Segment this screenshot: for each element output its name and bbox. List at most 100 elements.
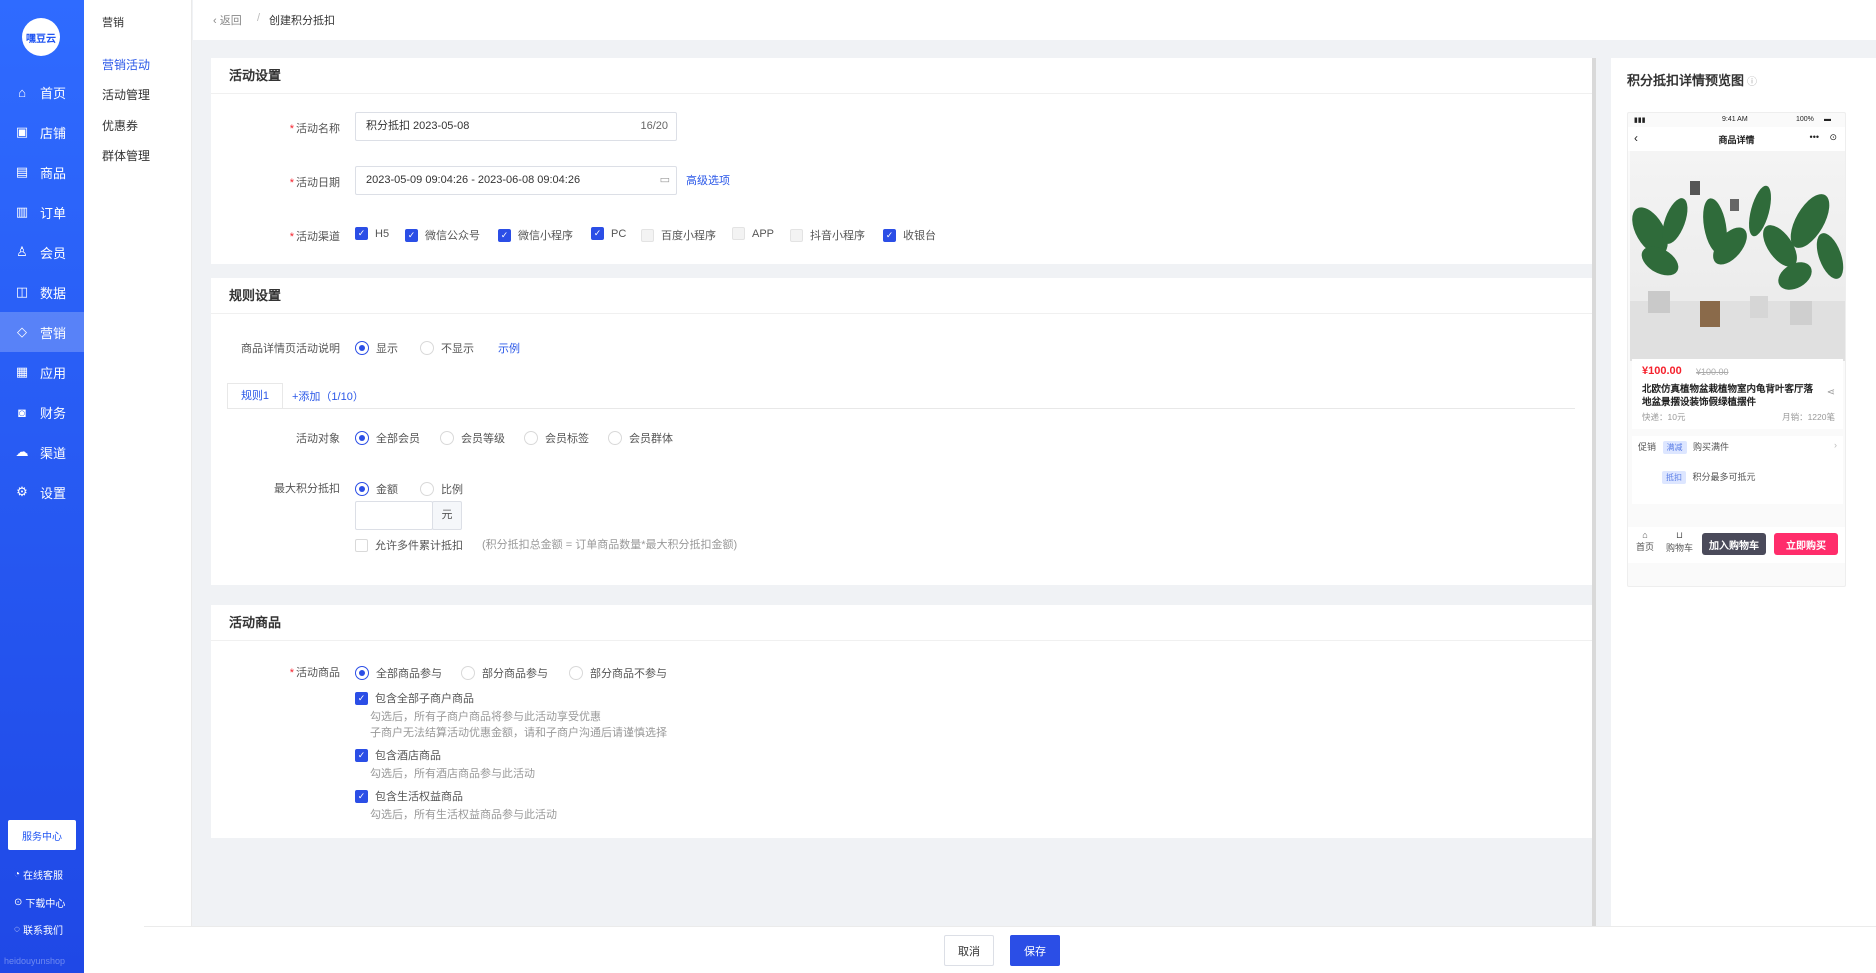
checkbox-label: 包含生活权益商品 (375, 791, 463, 803)
channel-checkbox: APP (732, 227, 774, 240)
max-type-amount[interactable]: 金额 (355, 481, 398, 497)
target-member-group[interactable]: 会员群体 (608, 430, 673, 446)
phone-header: ‹ 商品详情 ••• ⊙ (1628, 127, 1845, 151)
nav-item[interactable]: ⚙ 设置 (0, 472, 84, 512)
radio-label: 不显示 (441, 343, 474, 355)
nav-item[interactable]: ◙ 财务 (0, 392, 84, 432)
share-icon: ⋖ (1826, 387, 1835, 398)
nav-item[interactable]: ◫ 数据 (0, 272, 84, 312)
goods-partial[interactable]: 部分商品参与 (461, 665, 548, 681)
channel-label: 微信公众号 (425, 230, 480, 242)
radio-indicator (524, 431, 538, 445)
activity-name-input[interactable]: 积分抵扣 2023-05-08 16/20 (355, 112, 677, 141)
breadcrumb-current: 创建积分抵扣 (269, 15, 335, 27)
save-button[interactable]: 保存 (1010, 935, 1060, 966)
activity-date-input[interactable]: 2023-05-09 09:04:26 - 2023-06-08 09:04:2… (355, 166, 677, 195)
nav-item-label: 商品 (40, 165, 67, 181)
cancel-button[interactable]: 取消 (944, 935, 994, 966)
status-time: 9:41 AM (1722, 116, 1748, 123)
max-deduction-label: 最大积分抵扣 (274, 483, 340, 495)
channel-label: 收银台 (903, 230, 936, 242)
target-all-members[interactable]: 全部会员 (355, 430, 420, 446)
radio-hide[interactable]: 不显示 (420, 340, 474, 356)
nav-item[interactable]: ♙ 会员 (0, 232, 84, 272)
check-icon: ✓ (405, 228, 418, 242)
preview-panel: 积分抵扣详情预览图 ⓘ ▮▮▮ 9:41 AM 100% ▬ ‹ 商品详情 •••… (1611, 58, 1876, 926)
channel-checkbox: 百度小程序 (641, 227, 716, 243)
check-icon: ✓ (355, 789, 368, 803)
goods-partial-exclude[interactable]: 部分商品不参与 (569, 665, 667, 681)
chevron-right-icon: › (1834, 440, 1837, 450)
subnav-item-group[interactable]: 群体管理 (102, 147, 150, 164)
radio-label: 全部会员 (376, 433, 420, 445)
life-hint: 勾选后，所有生活权益商品参与此活动 (370, 809, 557, 821)
radio-show[interactable]: 显示 (355, 340, 398, 356)
nav-item[interactable]: ▤ 商品 (0, 152, 84, 192)
product-old-price: ¥100.00 (1696, 367, 1729, 377)
online-service-link[interactable]: ◔ 在线客服 (14, 867, 63, 882)
promo-section: 促销 满减 购买满件 › 抵扣 积分最多可抵元 (1632, 436, 1843, 504)
buy-now-button: 立即购买 (1774, 533, 1838, 555)
channel-checkbox[interactable]: ✓ PC (591, 227, 626, 240)
nav-item[interactable]: ☁ 渠道 (0, 432, 84, 472)
nav-item[interactable]: ◇ 营销 (0, 312, 84, 352)
nav-item[interactable]: ▣ 店铺 (0, 112, 84, 152)
footer-bar: 取消 保存 (144, 926, 1876, 973)
add-rule-tab[interactable]: +添加（1/10） (292, 388, 364, 404)
hotel-hint: 勾选后，所有酒店商品参与此活动 (370, 768, 535, 780)
nav-item[interactable]: ⌂ 首页 (0, 72, 84, 112)
activity-goods-label: * 活动商品 (289, 667, 340, 679)
channel-checkbox[interactable]: ✓ 微信小程序 (498, 227, 573, 243)
sub-merchant-hint-1: 勾选后，所有子商户商品将参与此活动享受优惠 (370, 711, 601, 723)
hotel-checkbox[interactable]: ✓ 包含酒店商品 (355, 747, 441, 763)
home-icon: ⌂ (18, 84, 26, 100)
goods-all[interactable]: 全部商品参与 (355, 665, 442, 681)
top-bar: ‹ 返回 / 创建积分抵扣 (193, 0, 1876, 40)
checkbox-label: 包含全部子商户商品 (375, 693, 474, 705)
life-checkbox[interactable]: ✓ 包含生活权益商品 (355, 788, 463, 804)
sub-merchant-hint-2: 子商户无法结算活动优惠金额，请和子商户沟通后请谨慎选择 (370, 727, 667, 739)
target-member-level[interactable]: 会员等级 (440, 430, 505, 446)
price-section: ¥100.00 ¥100.00 北欧仿真植物盆栽植物室内龟背叶客厅落地盆景摆设装… (1632, 359, 1843, 429)
subnav-item-coupon[interactable]: 优惠券 (102, 117, 138, 134)
channel-label: H5 (375, 227, 390, 240)
service-center-button[interactable]: 服务中心 (8, 820, 76, 850)
allow-multi-checkbox[interactable]: 允许多件累计抵扣 (355, 537, 463, 553)
promo-label: 促销 (1638, 442, 1657, 452)
max-amount-input[interactable] (355, 501, 433, 530)
activity-date-label: * 活动日期 (289, 177, 340, 189)
max-type-ratio[interactable]: 比例 (420, 481, 463, 497)
promo-row-2: 抵扣 积分最多可抵元 (1658, 470, 1756, 484)
activity-name-counter: 16/20 (640, 120, 668, 132)
product-image (1630, 151, 1845, 361)
nav-item[interactable]: ▥ 订单 (0, 192, 84, 232)
channel-checkbox[interactable]: ✓ H5 (355, 227, 389, 240)
panel-divider[interactable] (1592, 58, 1596, 926)
back-link[interactable]: ‹ 返回 (213, 12, 242, 28)
nav-item-label: 店铺 (40, 125, 67, 141)
tab-rule-1[interactable]: 规则1 (227, 383, 283, 409)
channel-checkbox[interactable]: ✓ 微信公众号 (405, 227, 480, 243)
main-nav: ⌂ 首页 ▣ 店铺 ▤ 商品 ▥ 订单 ♙ 会员 ◫ 数据 ◇ 营销 ▦ 应用 ◙ 财务 ☁ 渠道 ⚙ 设置 (0, 72, 84, 512)
checkbox-label: 允许多件累计抵扣 (375, 540, 463, 552)
subnav-item-marketing-activity[interactable]: 营销活动 (102, 56, 150, 73)
target-member-tag[interactable]: 会员标签 (524, 430, 589, 446)
contact-us-link[interactable]: ◌ 联系我们 (14, 922, 63, 937)
advanced-options-link[interactable]: 高级选项 (686, 172, 730, 188)
promo-tag-full-reduction: 满减 (1662, 441, 1687, 454)
nav-item-label: 渠道 (40, 445, 67, 461)
sub-merchant-checkbox[interactable]: ✓ 包含全部子商户商品 (355, 690, 474, 706)
add-to-cart-button: 加入购物车 (1702, 533, 1766, 555)
channel-checkbox[interactable]: ✓ 收银台 (883, 227, 936, 243)
nav-item[interactable]: ▦ 应用 (0, 352, 84, 392)
subnav-item-activity-management[interactable]: 活动管理 (102, 86, 150, 103)
subnav-title: 营销 (102, 17, 124, 29)
download-center-link[interactable]: ⊙ 下载中心 (14, 895, 65, 910)
plants-illustration (1630, 181, 1845, 361)
example-link[interactable]: 示例 (498, 340, 520, 356)
contact-us-label: 联系我们 (22, 926, 63, 937)
checkbox-indicator (732, 227, 745, 240)
download-icon: ⊙ (14, 897, 23, 908)
detail-desc-label: 商品详情页活动说明 (241, 343, 340, 355)
promo-tag-deduction: 抵扣 (1662, 471, 1686, 484)
